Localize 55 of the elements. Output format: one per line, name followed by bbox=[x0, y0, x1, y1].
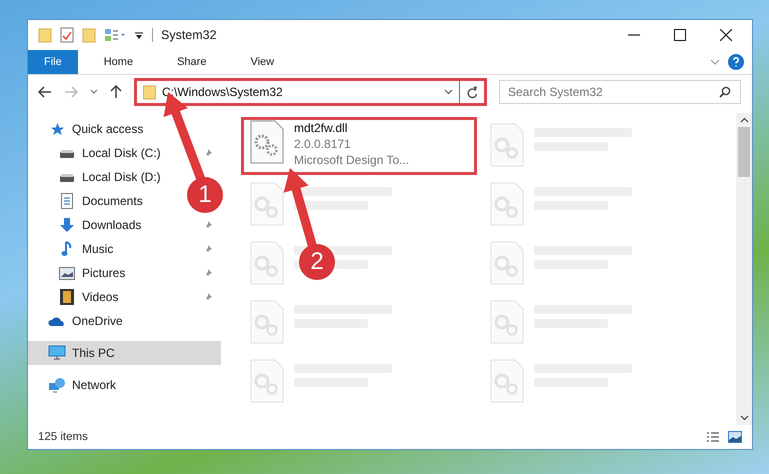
film-icon bbox=[60, 289, 74, 305]
picture-icon bbox=[59, 266, 75, 280]
details-view-icon[interactable] bbox=[706, 431, 720, 443]
view-layout-icon[interactable] bbox=[104, 28, 126, 42]
music-note-icon bbox=[61, 241, 73, 257]
maximize-icon[interactable] bbox=[674, 29, 686, 41]
address-field[interactable]: C:\Windows\System32 bbox=[134, 78, 487, 106]
cloud-icon bbox=[48, 316, 66, 326]
scroll-down-icon[interactable] bbox=[740, 415, 748, 421]
sidebar-item[interactable]: Quick access bbox=[28, 117, 221, 141]
folder-icon bbox=[143, 84, 156, 100]
down-arrow-icon bbox=[59, 217, 75, 233]
sidebar-item[interactable]: Videos bbox=[28, 285, 126, 309]
ribbon-tab[interactable]: Home bbox=[86, 50, 152, 74]
sidebar-item[interactable]: Local Disk (C:) bbox=[28, 141, 169, 165]
refresh-icon[interactable] bbox=[466, 86, 478, 98]
sidebar-item[interactable]: Downloads bbox=[28, 213, 150, 237]
sidebar-item[interactable]: Pictures bbox=[28, 261, 134, 285]
monitor-icon bbox=[48, 345, 66, 361]
up-arrow-icon[interactable] bbox=[110, 85, 122, 99]
search-field[interactable]: Search System32 bbox=[499, 80, 741, 104]
file-detail: 2.0.0.8171 bbox=[294, 136, 352, 152]
sidebar-item[interactable]: Music bbox=[28, 237, 122, 261]
sidebar-item[interactable]: OneDrive bbox=[28, 309, 221, 333]
folder-icon bbox=[38, 27, 52, 43]
file-item[interactable]: mdt2fw.dll 2.0.0.8171 Microsoft Design To... bbox=[244, 120, 474, 172]
item-count: 125 items bbox=[38, 431, 88, 443]
properties-icon[interactable] bbox=[60, 27, 74, 43]
drive-icon bbox=[59, 171, 75, 183]
window-title: System32 bbox=[161, 28, 217, 42]
help-icon[interactable] bbox=[728, 54, 744, 70]
sidebar-item[interactable]: This PC bbox=[28, 341, 221, 365]
dll-file-gears-icon bbox=[250, 120, 284, 164]
sidebar-item[interactable]: Local Disk (D:) bbox=[28, 165, 169, 189]
sidebar-item[interactable]: Documents bbox=[28, 189, 151, 213]
sidebar-item[interactable]: Network bbox=[28, 373, 221, 397]
file-detail: Microsoft Design To... bbox=[294, 152, 410, 168]
close-icon[interactable] bbox=[720, 29, 732, 41]
back-arrow-icon[interactable] bbox=[38, 86, 52, 98]
star-icon bbox=[50, 122, 64, 136]
network-icon bbox=[48, 377, 66, 393]
recent-caret-icon[interactable] bbox=[90, 89, 98, 95]
search-icon[interactable] bbox=[719, 86, 731, 98]
ribbon-tab[interactable]: Share bbox=[159, 50, 224, 74]
document-icon bbox=[61, 193, 73, 209]
scroll-up-icon[interactable] bbox=[740, 117, 748, 123]
file-name: mdt2fw.dll bbox=[294, 120, 348, 136]
ribbon-tab[interactable]: View bbox=[232, 50, 292, 74]
large-icons-view-icon[interactable] bbox=[728, 431, 742, 443]
expand-ribbon-chevron-icon[interactable] bbox=[710, 59, 720, 65]
drive-icon bbox=[59, 147, 75, 159]
vertical-scrollbar[interactable] bbox=[736, 113, 752, 425]
dropdown-caret-icon[interactable] bbox=[444, 89, 453, 95]
ribbon-tab[interactable]: File bbox=[28, 50, 78, 74]
scrollbar-thumb[interactable] bbox=[738, 127, 750, 177]
